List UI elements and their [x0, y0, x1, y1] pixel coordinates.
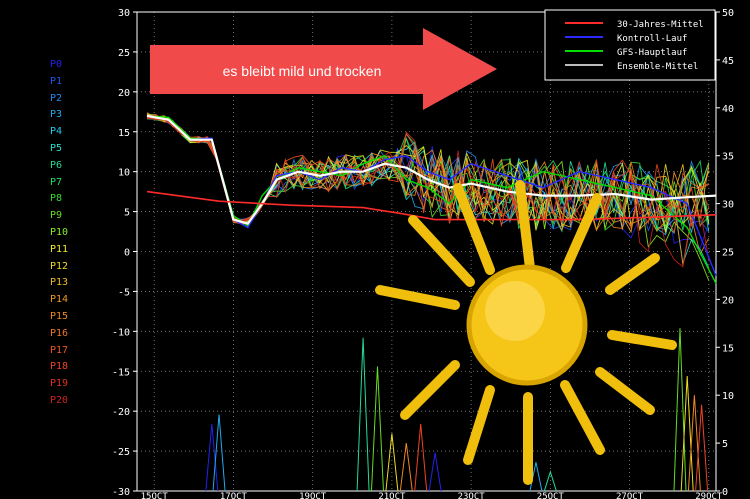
member-legend-item: P0	[50, 59, 63, 70]
y-tick-label: -15	[112, 367, 130, 378]
y2-tick-label: 20	[722, 295, 734, 306]
y-tick-label: -25	[112, 447, 130, 458]
member-legend-item: P6	[50, 159, 63, 171]
y2-tick-label: 35	[722, 152, 734, 163]
x-tick-label: 23OCT	[458, 492, 486, 499]
banner-text: es bleibt mild und trocken	[223, 63, 382, 79]
member-legend-item: P2	[50, 92, 63, 104]
x-tick-label: 17OCT	[220, 492, 248, 499]
y-tick-label: -30	[112, 487, 130, 498]
precip-spike	[399, 443, 413, 492]
precip-spike	[673, 328, 687, 492]
member-legend-item: P17	[50, 344, 69, 356]
member-legend-item: P11	[50, 243, 69, 255]
member-legend: P0 P1 P2 P3 P4 P5 P6 P7 P8 P9 P10 P11 P12 P13 P14 P15 P1…	[50, 57, 68, 410]
sun-ray	[400, 360, 460, 420]
sun-ray	[605, 253, 660, 295]
y2-tick-label: 5	[722, 439, 728, 450]
y-tick-label: -5	[118, 287, 130, 298]
y2-tick-label: 10	[722, 391, 734, 402]
sun-highlight	[485, 281, 545, 341]
y-tick-label: 5	[124, 208, 130, 219]
member-legend-item: P3	[50, 109, 63, 121]
ensemble-chart: 302520151050-5-10-15-20-25-3050454035302…	[112, 8, 734, 499]
x-tick-label: 19OCT	[299, 492, 327, 499]
member-legend-item: P20	[50, 394, 69, 406]
y2-tick-label: 45	[722, 56, 734, 67]
x-tick-label: 15OCT	[141, 492, 169, 499]
sun-ray	[607, 330, 677, 350]
y2-tick-label: 0	[722, 487, 728, 498]
y-tick-label: 30	[118, 8, 130, 19]
precip-spike	[414, 423, 428, 492]
legend-label: GFS-Hauptlauf	[617, 48, 687, 58]
legend-label: Kontroll-Lauf	[617, 34, 687, 44]
sun-ray	[408, 215, 475, 287]
y-tick-label: 20	[118, 88, 130, 99]
member-legend-item: P8	[50, 193, 63, 205]
sun-ray	[561, 193, 602, 273]
precip-spike	[356, 337, 370, 492]
y-tick-label: -20	[112, 407, 130, 418]
precip-spike	[428, 452, 442, 492]
sun-ray	[375, 285, 460, 310]
member-legend-item: P1	[50, 75, 63, 87]
sun-ray	[595, 367, 655, 415]
member-legend-item: P18	[50, 361, 69, 373]
y-tick-label: -10	[112, 327, 130, 338]
y-tick-label: 15	[118, 128, 130, 139]
gfs-main-line	[146, 115, 717, 284]
member-legend-item: P7	[50, 176, 63, 188]
precip-spike	[385, 433, 399, 492]
legend-label: Ensemble-Mittel	[617, 62, 698, 72]
y2-tick-label: 50	[722, 8, 734, 19]
member-legend-item: P9	[50, 210, 63, 222]
precip-spike	[370, 366, 384, 492]
precip-spike	[680, 376, 694, 492]
y-tick-label: 0	[124, 248, 130, 259]
ensemble-member-line	[146, 114, 710, 281]
member-legend-item: P13	[50, 277, 69, 289]
member-legend-item: P5	[50, 142, 63, 154]
x-tick-label: 27OCT	[616, 492, 644, 499]
y-tick-label: 25	[118, 48, 130, 59]
y2-tick-label: 15	[722, 343, 734, 354]
sun-ray	[560, 380, 605, 455]
y2-tick-label: 30	[722, 200, 734, 211]
member-legend-item: P15	[50, 310, 69, 322]
legend-label: 30-Jahres-Mittel	[617, 20, 704, 30]
member-legend-item: P4	[50, 126, 63, 138]
member-legend-item: P14	[50, 294, 69, 306]
member-legend-item: P10	[50, 226, 69, 238]
y2-tick-label: 25	[722, 248, 734, 259]
x-tick-label: 25OCT	[537, 492, 565, 499]
y-tick-label: 10	[118, 168, 130, 179]
member-legend-item: P19	[50, 378, 69, 390]
x-tick-label: 29OCT	[695, 492, 723, 499]
y2-tick-label: 40	[722, 104, 734, 115]
x-tick-label: 21OCT	[378, 492, 406, 499]
member-legend-item: P16	[50, 327, 69, 339]
member-legend-item: P12	[50, 260, 69, 272]
